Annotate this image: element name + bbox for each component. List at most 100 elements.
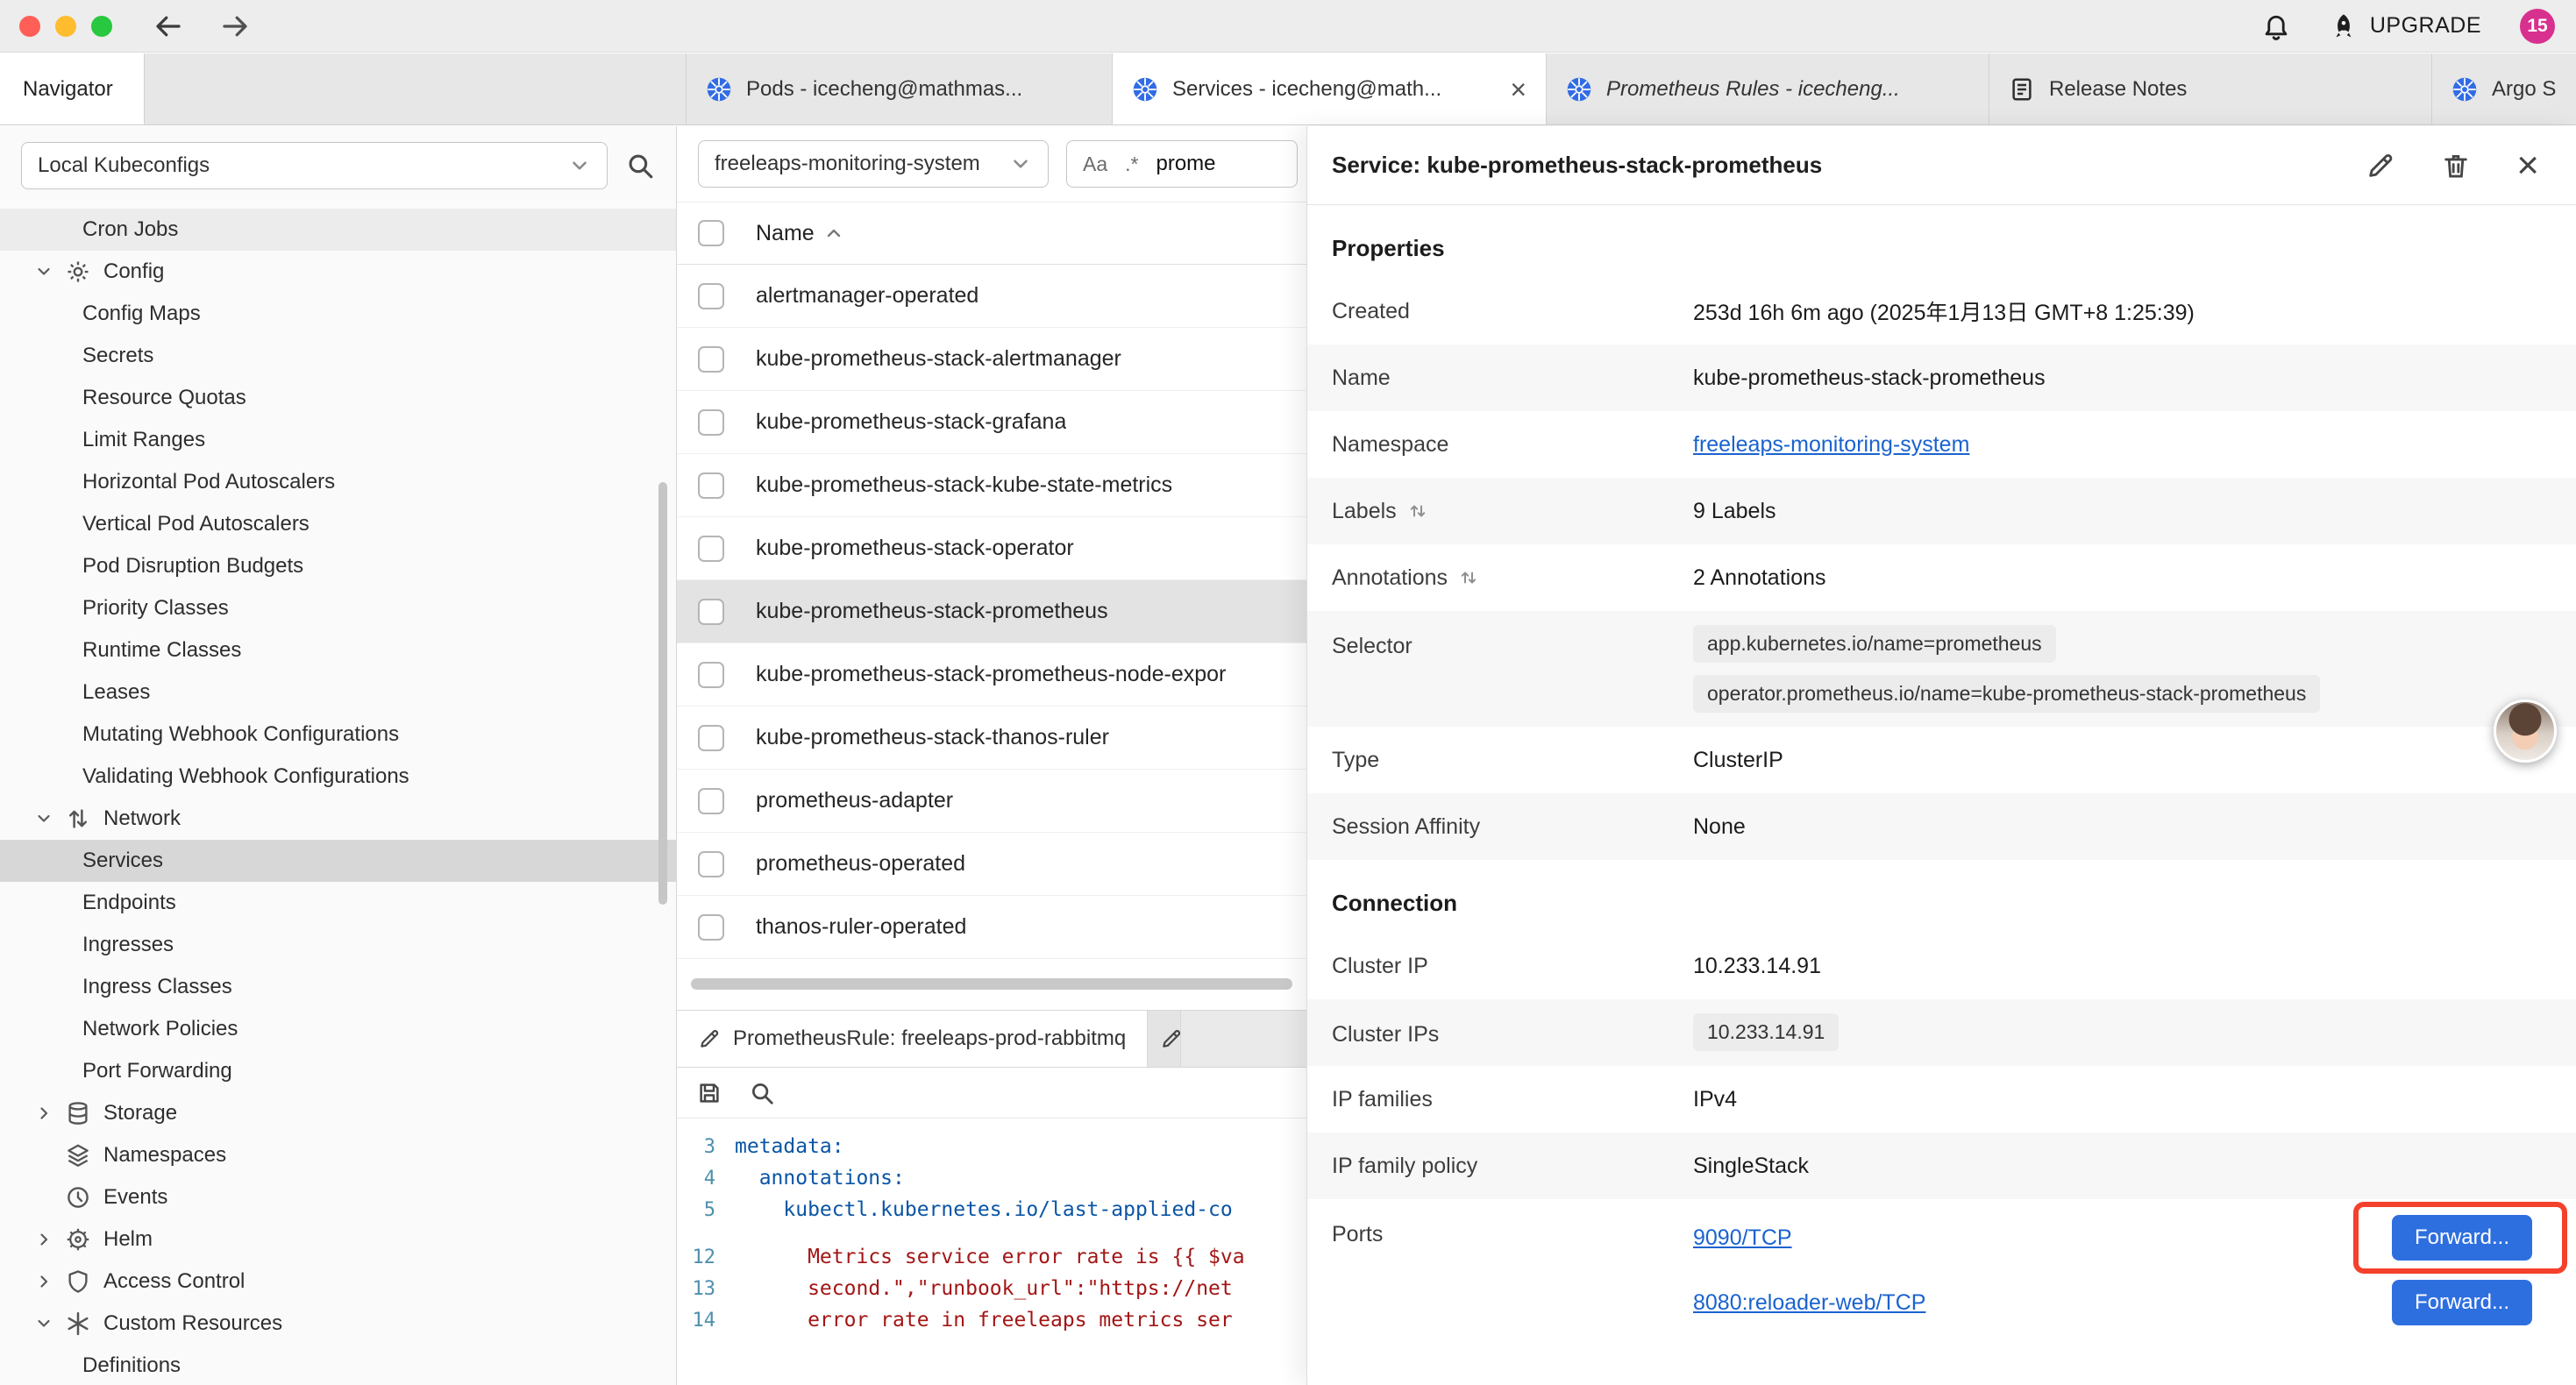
row-checkbox[interactable] — [698, 788, 724, 814]
table-row-prometheus-adapter[interactable]: prometheus-adapter — [677, 770, 1306, 833]
user-avatar[interactable] — [2494, 700, 2557, 763]
table-row-kube-prometheus-stack-prometheus[interactable]: kube-prometheus-stack-prometheus — [677, 580, 1306, 643]
table-row-thanos-ruler-operated[interactable]: thanos-ruler-operated — [677, 896, 1306, 959]
upgrade-button[interactable]: UPGRADE — [2330, 12, 2481, 40]
line-number: 12 — [677, 1246, 735, 1268]
sidebar-item-limit-ranges[interactable]: Limit Ranges — [0, 419, 676, 461]
sidebar-item-pod-disruption-budgets[interactable]: Pod Disruption Budgets — [0, 545, 676, 587]
sidebar-item-definitions[interactable]: Definitions — [0, 1345, 676, 1385]
table-row-kube-prometheus-stack-alertmanager[interactable]: kube-prometheus-stack-alertmanager — [677, 328, 1306, 391]
sidebar-item-runtime-classes[interactable]: Runtime Classes — [0, 629, 676, 671]
editor-tab-partial[interactable] — [1148, 1011, 1181, 1067]
table-row-alertmanager-operated[interactable]: alertmanager-operated — [677, 265, 1306, 328]
sidebar-item-validating-webhook-configurations[interactable]: Validating Webhook Configurations — [0, 756, 676, 798]
sidebar-item-ingresses[interactable]: Ingresses — [0, 924, 676, 966]
sidebar-item-cron-jobs[interactable]: Cron Jobs — [0, 209, 676, 251]
sort-toggle-icon[interactable] — [1458, 567, 1479, 588]
sidebar-item-endpoints[interactable]: Endpoints — [0, 882, 676, 924]
sidebar-item-config-maps[interactable]: Config Maps — [0, 293, 676, 335]
table-row-kube-prometheus-stack-thanos-ruler[interactable]: kube-prometheus-stack-thanos-ruler — [677, 707, 1306, 770]
yaml-editor[interactable]: 3metadata:4annotations:5kubectl.kubernet… — [677, 1119, 1306, 1385]
sidebar-item-config[interactable]: Config — [0, 251, 676, 293]
name-column-header[interactable]: Name — [756, 221, 844, 246]
close-icon[interactable]: × — [2516, 146, 2539, 185]
sidebar-item-custom-resources[interactable]: Custom Resources — [0, 1303, 676, 1345]
sidebar-item-services[interactable]: Services — [0, 840, 676, 882]
row-checkbox[interactable] — [698, 914, 724, 941]
forward-button[interactable]: Forward... — [2392, 1280, 2532, 1325]
save-icon[interactable] — [696, 1080, 722, 1106]
sidebar-item-network[interactable]: Network — [0, 798, 676, 840]
line-number: 3 — [677, 1136, 735, 1158]
tab-close-icon[interactable]: × — [1501, 75, 1526, 103]
horizontal-scrollbar[interactable] — [677, 978, 1306, 992]
sidebar-item-vertical-pod-autoscalers[interactable]: Vertical Pod Autoscalers — [0, 503, 676, 545]
table-row-prometheus-operated[interactable]: prometheus-operated — [677, 833, 1306, 896]
row-checkbox[interactable] — [698, 536, 724, 562]
row-checkbox[interactable] — [698, 283, 724, 309]
table-row-kube-prometheus-stack-kube-state-metrics[interactable]: kube-prometheus-stack-kube-state-metrics — [677, 454, 1306, 517]
sidebar-item-access-control[interactable]: Access Control — [0, 1261, 676, 1303]
edit-icon[interactable] — [2366, 151, 2395, 181]
sidebar-item-namespaces[interactable]: Namespaces — [0, 1134, 676, 1176]
sidebar-search-icon[interactable] — [625, 151, 655, 181]
delete-icon[interactable] — [2441, 151, 2471, 181]
chevron-down-icon[interactable] — [33, 260, 65, 283]
tab-prometheus-rules-icecheng[interactable]: Prometheus Rules - icecheng... — [1547, 53, 1989, 124]
table-row-kube-prometheus-stack-operator[interactable]: kube-prometheus-stack-operator — [677, 517, 1306, 580]
tab-argo-s[interactable]: Argo S — [2432, 53, 2576, 124]
namespace-link[interactable]: freeleaps-monitoring-system — [1693, 432, 1969, 457]
chevron-down-icon[interactable] — [33, 807, 65, 830]
sidebar-item-resource-quotas[interactable]: Resource Quotas — [0, 377, 676, 419]
row-checkbox[interactable] — [698, 472, 724, 499]
select-all-checkbox[interactable] — [698, 220, 724, 246]
minimize-window-button[interactable] — [55, 16, 76, 37]
table-row-kube-prometheus-stack-prometheus-node-expor[interactable]: kube-prometheus-stack-prometheus-node-ex… — [677, 643, 1306, 707]
close-window-button[interactable] — [19, 16, 40, 37]
row-checkbox[interactable] — [698, 851, 724, 877]
back-icon[interactable] — [153, 11, 184, 42]
sidebar-item-network-policies[interactable]: Network Policies — [0, 1008, 676, 1050]
sidebar-item-horizontal-pod-autoscalers[interactable]: Horizontal Pod Autoscalers — [0, 461, 676, 503]
row-checkbox[interactable] — [698, 662, 724, 688]
resource-search-input[interactable]: Aa .* prome — [1066, 140, 1298, 188]
forward-button[interactable]: Forward... — [2392, 1215, 2532, 1261]
tab-release-notes[interactable]: Release Notes — [1989, 53, 2432, 124]
sidebar-item-leases[interactable]: Leases — [0, 671, 676, 714]
sidebar-item-helm[interactable]: Helm — [0, 1218, 676, 1261]
sort-toggle-icon[interactable] — [1407, 501, 1428, 522]
scrollbar-thumb[interactable] — [691, 978, 1292, 990]
sidebar-item-events[interactable]: Events — [0, 1176, 676, 1218]
notifications-bell-icon[interactable] — [2261, 11, 2291, 41]
zoom-window-button[interactable] — [91, 16, 112, 37]
sidebar-item-port-forwarding[interactable]: Port Forwarding — [0, 1050, 676, 1092]
sidebar-item-storage[interactable]: Storage — [0, 1092, 676, 1134]
sidebar-item-mutating-webhook-configurations[interactable]: Mutating Webhook Configurations — [0, 714, 676, 756]
chevron-right-icon[interactable] — [33, 1228, 65, 1251]
editor-search-icon[interactable] — [749, 1080, 775, 1106]
namespace-filter-select[interactable]: freeleaps-monitoring-system — [698, 140, 1049, 188]
notification-count-badge[interactable]: 15 — [2520, 9, 2555, 44]
chevron-right-icon[interactable] — [33, 1102, 65, 1125]
tab-services-icecheng-math[interactable]: Services - icecheng@math...× — [1113, 53, 1547, 124]
table-row-kube-prometheus-stack-grafana[interactable]: kube-prometheus-stack-grafana — [677, 391, 1306, 454]
chevron-right-icon[interactable] — [33, 1270, 65, 1293]
navigator-panel-tab[interactable]: Navigator — [0, 53, 145, 124]
editor-tab-prometheusrule[interactable]: PrometheusRule: freeleaps-prod-rabbitmq — [677, 1011, 1148, 1067]
sidebar-item-priority-classes[interactable]: Priority Classes — [0, 587, 676, 629]
sidebar-scrollbar[interactable] — [658, 482, 667, 905]
row-checkbox[interactable] — [698, 725, 724, 751]
tab-pods-icecheng-mathmas[interactable]: Pods - icecheng@mathmas... — [687, 53, 1113, 124]
port-link[interactable]: 8080:reloader-web/TCP — [1693, 1290, 1925, 1316]
kubeconfig-selector[interactable]: Local Kubeconfigs — [21, 142, 608, 189]
forward-icon[interactable] — [219, 11, 251, 42]
row-checkbox[interactable] — [698, 599, 724, 625]
sidebar-item-secrets[interactable]: Secrets — [0, 335, 676, 377]
match-case-toggle[interactable]: Aa — [1083, 153, 1107, 176]
row-checkbox[interactable] — [698, 346, 724, 373]
row-checkbox[interactable] — [698, 409, 724, 436]
regex-toggle[interactable]: .* — [1125, 153, 1138, 176]
chevron-down-icon[interactable] — [33, 1312, 65, 1335]
port-link[interactable]: 9090/TCP — [1693, 1225, 1792, 1251]
sidebar-item-ingress-classes[interactable]: Ingress Classes — [0, 966, 676, 1008]
